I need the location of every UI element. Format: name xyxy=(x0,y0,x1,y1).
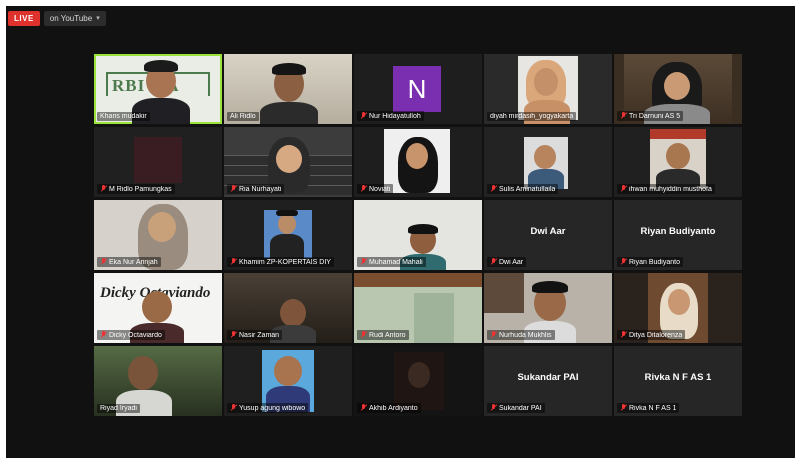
participant-name: Nur Hidayatulloh xyxy=(369,112,421,120)
participant-tile[interactable]: RBI A Kharis mudakir xyxy=(94,54,222,124)
participant-name: Noviati xyxy=(369,185,391,193)
participant-name: Dicky Octaviardo xyxy=(109,331,162,339)
youtube-label: on YouTube xyxy=(49,13,93,23)
participant-tile[interactable]: Sukandar PAI Sukandar PAI xyxy=(484,346,612,416)
mic-muted-icon xyxy=(490,331,497,339)
participant-tile[interactable]: Sulis Aminatullaila xyxy=(484,127,612,197)
avatar: N xyxy=(393,66,441,112)
participant-tile[interactable]: Rivka N F AS 1 Rivka N F AS 1 xyxy=(614,346,742,416)
participant-tile[interactable]: Ria Nurhayati xyxy=(224,127,352,197)
mic-muted-icon xyxy=(360,331,367,339)
mic-muted-icon xyxy=(620,331,627,339)
mic-muted-icon xyxy=(230,185,237,193)
participant-tile[interactable]: Nasir Zaman xyxy=(224,273,352,343)
participant-tile[interactable]: Yusup agung wibowo xyxy=(224,346,352,416)
participant-name: Kharis mudakir xyxy=(100,113,147,120)
participant-tile[interactable]: Rudi Antoro xyxy=(354,273,482,343)
participant-display-name: Sukandar PAI xyxy=(517,372,579,383)
participant-tile[interactable]: Dicky Octaviando Dicky Octaviardo xyxy=(94,273,222,343)
participant-name: diyah mirdasih_yogyakarta xyxy=(490,113,574,120)
participant-name: Ditya Ditalorenza xyxy=(629,331,683,339)
mic-muted-icon xyxy=(620,112,627,120)
participant-name: Tri Darnuni AS 5 xyxy=(629,112,681,120)
participant-name: Riyan Budiyanto xyxy=(629,258,680,266)
participant-tile[interactable]: Riyad Iryadi xyxy=(94,346,222,416)
mic-muted-icon xyxy=(230,258,237,266)
mic-muted-icon xyxy=(620,404,627,412)
participant-display-name: Rivka N F AS 1 xyxy=(644,372,712,383)
mic-muted-icon xyxy=(360,404,367,412)
participant-name: Rudi Antoro xyxy=(369,331,406,339)
participant-tile[interactable]: Dwi Aar Dwi Aar xyxy=(484,200,612,270)
mic-muted-icon xyxy=(100,331,107,339)
participant-tile[interactable]: Ali Ridlo xyxy=(224,54,352,124)
gallery-grid: RBI A Kharis mudakir Ali Ridlo N Nur Hid… xyxy=(94,54,742,416)
participant-tile[interactable]: Tri Darnuni AS 5 xyxy=(614,54,742,124)
mic-muted-icon xyxy=(490,404,497,412)
live-toolbar: LIVE on YouTube ▾ xyxy=(8,8,106,28)
participant-name: M Ridlo Pamungkas xyxy=(109,185,172,193)
mic-muted-icon xyxy=(490,258,497,266)
youtube-stream-button[interactable]: on YouTube ▾ xyxy=(43,10,106,26)
participant-display-name: Riyan Budiyanto xyxy=(640,226,716,237)
participant-name: Ria Nurhayati xyxy=(239,185,282,193)
mic-muted-icon xyxy=(100,185,107,193)
mic-muted-icon xyxy=(100,258,107,266)
mic-muted-icon xyxy=(230,404,237,412)
participant-name: Nasir Zaman xyxy=(239,331,280,339)
participant-display-name: Dwi Aar xyxy=(530,226,566,237)
participant-name: Ali Ridlo xyxy=(230,113,256,120)
participant-name: Sulis Aminatullaila xyxy=(499,185,556,193)
mic-muted-icon xyxy=(360,258,367,266)
participant-name: Sukandar PAI xyxy=(499,404,542,412)
mic-muted-icon xyxy=(620,258,627,266)
participant-tile[interactable]: Eka Nur Arinjah xyxy=(94,200,222,270)
participant-name: Yusup agung wibowo xyxy=(239,404,306,412)
participant-tile[interactable]: Nurhuda Mukhlis xyxy=(484,273,612,343)
participant-tile[interactable]: diyah mirdasih_yogyakarta xyxy=(484,54,612,124)
mic-muted-icon xyxy=(360,185,367,193)
participant-tile[interactable]: Riyan Budiyanto Riyan Budiyanto xyxy=(614,200,742,270)
participant-tile[interactable]: Khamim ZP-KOPERTAIS DIY xyxy=(224,200,352,270)
participant-tile[interactable]: ihwan muhyiddin musthofa xyxy=(614,127,742,197)
participant-name: Nurhuda Mukhlis xyxy=(499,331,552,339)
participant-name: Rivka N F AS 1 xyxy=(629,404,677,412)
participant-name: Khamim ZP-KOPERTAIS DIY xyxy=(239,258,331,266)
participant-tile[interactable]: N Nur Hidayatulloh xyxy=(354,54,482,124)
participant-name: Akhib Ardiyanto xyxy=(369,404,418,412)
participant-name: Dwi Aar xyxy=(499,258,524,266)
mic-muted-icon xyxy=(490,185,497,193)
participant-tile[interactable]: M Ridlo Pamungkas xyxy=(94,127,222,197)
participant-tile[interactable]: Ditya Ditalorenza xyxy=(614,273,742,343)
participant-name: ihwan muhyiddin musthofa xyxy=(629,185,712,193)
participant-name: Riyad Iryadi xyxy=(100,405,137,412)
participant-tile[interactable]: Muhamad Mahali xyxy=(354,200,482,270)
mic-muted-icon xyxy=(360,112,367,120)
participant-name: Eka Nur Arinjah xyxy=(109,258,158,266)
mic-muted-icon xyxy=(620,185,627,193)
mic-muted-icon xyxy=(230,331,237,339)
participant-name: Muhamad Mahali xyxy=(369,258,423,266)
participant-tile[interactable]: Noviati xyxy=(354,127,482,197)
live-badge[interactable]: LIVE xyxy=(8,10,40,26)
chevron-down-icon: ▾ xyxy=(96,15,100,22)
participant-tile[interactable]: Akhib Ardiyanto xyxy=(354,346,482,416)
